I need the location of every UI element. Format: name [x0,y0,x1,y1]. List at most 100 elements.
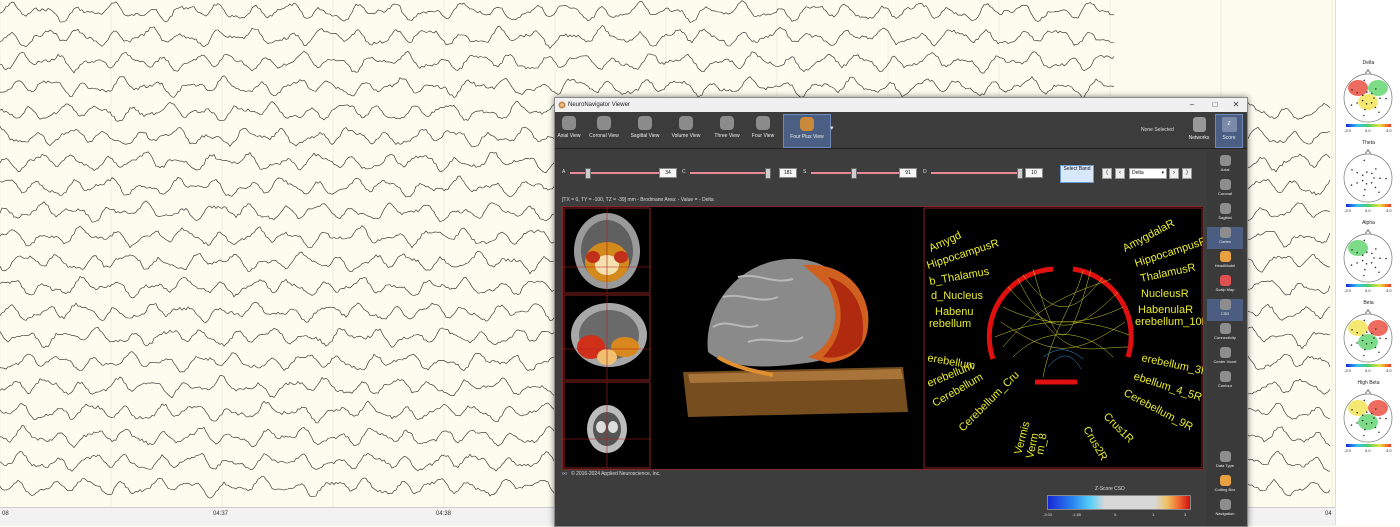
zscore-colorbar [1047,495,1191,510]
last-band-button[interactable]: ⟩ [1182,168,1192,179]
toolbar-label: Three View [714,133,740,139]
slider-track[interactable] [931,172,1021,174]
close-button[interactable]: ✕ [1229,99,1243,111]
tool-head-model-button[interactable]: HeadModel [1207,251,1243,273]
tool-sagittal-button[interactable]: Sagittal [1207,203,1243,225]
slider-track[interactable] [570,172,660,174]
colorbar-title: Z-Score CSD [1095,486,1125,492]
slider-handle[interactable] [1017,168,1023,179]
colorbar-tick: 0. [1114,512,1118,517]
topomap-high-beta[interactable]: High Beta -3.0 0.0 3.0 [1336,380,1400,460]
toolbar-label: Axial View [557,133,581,139]
slider-letter: C [682,169,686,175]
slider-letter: A [562,169,566,175]
toolbar-four-view-button[interactable]: Four View [748,114,778,146]
colorbar-tick: -3.00 [1043,512,1053,517]
topomap-colorbar [1346,124,1391,127]
topomap-scale-label: 0.0 [1365,208,1371,213]
copyright-label: © 2016-2024 Applied Neuroscience, Inc. [571,471,661,477]
tool-center-voxel-button[interactable]: Center Voxel [1207,347,1243,369]
tool-csd-button[interactable]: CSD [1207,299,1243,321]
neuronavigator-window: NeuroNavigator Viewer – □ ✕ Axial View Co… [554,97,1248,527]
ani-logo-icon: ⋈ [562,471,567,477]
slider-value-spinner[interactable]: 181 [779,168,797,178]
toolbar-label: Four View [751,133,775,139]
four-plus-view-area[interactable]: Amygd HippocampusR AmygdalaR Hippocampus… [562,206,1210,470]
colorbar-tick: 3. [1184,512,1188,517]
select-band-label: Select Band [1063,166,1091,172]
tool-label: Data Type [1215,463,1235,468]
toolbar-axial-button[interactable]: Axial View [557,114,581,146]
scalp-map [1343,389,1393,443]
slider-handle[interactable] [765,168,771,179]
tool-cutting-box-button[interactable]: Cutting Box [1207,475,1243,497]
tool-navigation-button[interactable]: Navigation [1207,499,1243,521]
networks-icon [1192,117,1206,132]
networks-label: Networks [1188,135,1210,141]
eeg-channel-trace [0,25,1115,49]
topomap-scale-label: -3.0 [1344,288,1351,293]
3d-brain-view[interactable] [651,208,922,468]
tool-cortex-button[interactable]: Cortex [1207,227,1243,249]
score-button[interactable]: Z Score [1215,114,1243,148]
tool-label: Axial [1220,167,1230,172]
tool-label: Sagittal [1218,215,1232,220]
slider-value-spinner[interactable]: 34 [659,168,677,178]
band-dropdown-value: Delta [1132,170,1144,176]
scalp-map-icon [1219,275,1231,286]
networks-button[interactable]: Networks [1187,115,1211,145]
slider-handle[interactable] [851,168,857,179]
topomap-scale-label: -3.0 [1344,368,1351,373]
colorbar-tick: -1.65 [1072,512,1082,517]
coronal-slice-view[interactable] [563,381,651,469]
colorbar-tick: 1. [1152,512,1156,517]
contour-icon [1219,371,1231,382]
first-band-button[interactable]: ⟨ [1102,168,1112,179]
sagittal-icon [1219,203,1231,214]
four-plus-view-icon [800,117,814,131]
toolbar-four-plus-view-button[interactable]: Four Plus View [783,114,831,148]
toolbar-label: Four Plus View [790,134,824,140]
topomap-scale-label: 0.0 [1365,448,1371,453]
tool-scalp-map-button[interactable]: Scalp Map [1207,275,1243,297]
sagittal-slice-view[interactable] [563,294,651,381]
toolbar-volume-button[interactable]: Volume View [668,114,704,146]
view-dropdown-icon[interactable]: ▾ [830,124,834,132]
app-icon [558,101,566,109]
select-band-button[interactable]: Select Band [1060,165,1094,183]
slider-value-spinner[interactable]: 91 [899,168,917,178]
tool-data-type-button[interactable]: Data Type [1207,451,1243,473]
slider-handle[interactable] [585,168,591,179]
slider-track[interactable] [690,172,770,174]
slider-value-spinner[interactable]: 10 [1025,168,1043,178]
band-dropdown[interactable]: Delta ▾ [1129,168,1167,179]
tool-label: Contour [1217,383,1233,388]
toolbar-label: Sagittal View [630,133,660,139]
tool-coronal-button[interactable]: Coronal [1207,179,1243,201]
toolbar-sagittal-button[interactable]: Sagittal View [627,114,663,146]
connectome-label: rebellum [929,318,971,330]
tool-connectivity-button[interactable]: Connectivity [1207,323,1243,345]
toolbar-three-view-button[interactable]: Three View [712,114,742,146]
connectome-label: d_Nucleus [931,290,983,302]
tool-contour-button[interactable]: Contour [1207,371,1243,393]
tool-axial-button[interactable]: Axial [1207,155,1243,177]
window-titlebar[interactable]: NeuroNavigator Viewer – □ ✕ [555,98,1247,112]
prev-band-button[interactable]: ‹ [1115,168,1125,179]
eeg-channel-trace [0,0,1115,23]
scalp-map [1343,229,1393,283]
topomap-scale-label: 3.0 [1386,288,1392,293]
toolbar-coronal-button[interactable]: Coronal View [586,114,622,146]
axial-slice-view[interactable] [563,207,651,294]
connectome-circle-view[interactable]: Amygd HippocampusR AmygdalaR Hippocampus… [923,207,1210,469]
next-band-button[interactable]: › [1169,168,1179,179]
topomap-colorbar [1346,284,1391,287]
minimize-button[interactable]: – [1185,99,1199,111]
tool-label: CSD [1220,311,1230,316]
topomap-beta[interactable]: Beta -3.0 0.0 3.0 [1336,300,1400,380]
window-title: NeuroNavigator Viewer [568,102,630,108]
topomap-alpha[interactable]: Alpha -3.0 0.0 3.0 [1336,220,1400,300]
topomap-theta[interactable]: Theta -3.0 0.0 3.0 [1336,140,1400,220]
maximize-button[interactable]: □ [1208,99,1222,111]
topomap-delta[interactable]: Delta -3.0 0.0 3.0 [1336,60,1400,140]
